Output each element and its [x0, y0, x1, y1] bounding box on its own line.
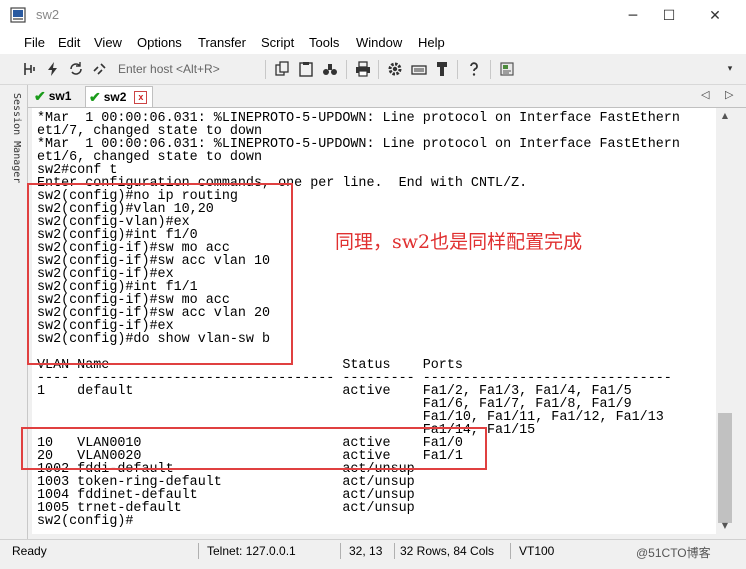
title-bar: sw2 ─ ☐ ✕ — [0, 0, 746, 32]
tab-label: sw2 — [103, 90, 127, 104]
status-size: 32 Rows, 84 Cols — [400, 544, 495, 558]
status-state: Ready — [12, 544, 47, 558]
menu-script[interactable]: Script — [261, 35, 294, 50]
tab-bar: ✔ sw1 ✔ sw2 x — [28, 85, 746, 108]
menu-transfer[interactable]: Transfer — [198, 35, 246, 50]
status-connection: Telnet: 127.0.0.1 — [207, 544, 296, 558]
connected-check-icon: ✔ — [89, 88, 101, 105]
status-divider — [340, 543, 341, 559]
menu-tools[interactable]: Tools — [309, 35, 339, 50]
scroll-thumb[interactable] — [718, 413, 732, 523]
vlan-highlight-box — [21, 427, 487, 470]
status-cursor: 32, 13 — [349, 544, 383, 558]
status-emulation: VT100 — [519, 544, 555, 558]
watermark: @51CTO博客 — [636, 546, 711, 560]
toolbar-divider — [490, 60, 491, 79]
session-manager-panel[interactable]: Session Manager — [8, 85, 28, 540]
status-divider — [394, 543, 395, 559]
tab-scroll-right-icon[interactable]: ▷ — [725, 88, 733, 101]
vertical-scrollbar[interactable]: ▲ ▼ — [716, 108, 734, 534]
window-title: sw2 — [36, 7, 60, 22]
sftp-icon[interactable] — [432, 59, 452, 79]
config-highlight-box — [27, 183, 293, 365]
status-divider — [198, 543, 199, 559]
script-icon[interactable] — [497, 59, 517, 79]
toolbar-divider — [265, 60, 266, 79]
toolbar: ▾ — [0, 55, 746, 85]
settings-icon[interactable] — [385, 59, 405, 79]
scroll-up-icon[interactable]: ▲ — [716, 108, 734, 124]
session-manager-label: Session Manager — [11, 93, 22, 184]
menu-help[interactable]: Help — [418, 35, 445, 50]
tab-scroll-left-icon[interactable]: ◁ — [701, 88, 709, 101]
close-button[interactable]: ✕ — [692, 0, 738, 32]
menu-edit[interactable]: Edit — [58, 35, 80, 50]
menu-window[interactable]: Window — [356, 35, 402, 50]
maximize-button[interactable]: ☐ — [646, 0, 692, 32]
copy-icon[interactable] — [272, 59, 292, 79]
status-divider — [510, 543, 511, 559]
scroll-down-icon[interactable]: ▼ — [716, 518, 734, 534]
tab-sw2[interactable]: ✔ sw2 x — [85, 86, 154, 107]
keymap-icon[interactable] — [409, 59, 429, 79]
toolbar-divider — [457, 60, 458, 79]
host-input[interactable] — [118, 60, 258, 78]
menu-file[interactable]: File — [24, 35, 45, 50]
find-icon[interactable] — [320, 59, 340, 79]
connected-check-icon: ✔ — [34, 87, 46, 104]
menu-view[interactable]: View — [94, 35, 122, 50]
tab-label: sw1 — [48, 89, 72, 103]
paste-icon[interactable] — [296, 59, 316, 79]
lightning-icon[interactable] — [43, 59, 63, 79]
toolbar-overflow-icon[interactable]: ▾ — [720, 59, 740, 79]
help-icon[interactable] — [464, 59, 484, 79]
reconnect-icon[interactable] — [66, 59, 86, 79]
toolbar-divider — [378, 60, 379, 79]
status-bar: Ready Telnet: 127.0.0.1 32, 13 32 Rows, … — [0, 539, 746, 562]
print-icon[interactable] — [353, 59, 373, 79]
securecrt-app-icon — [10, 7, 26, 23]
tab-sw1[interactable]: ✔ sw1 — [34, 86, 71, 106]
menu-options[interactable]: Options — [137, 35, 182, 50]
connect-icon[interactable] — [20, 59, 40, 79]
annotation-text: 同理，sw2也是同样配置完成 — [335, 231, 583, 253]
disconnect-icon[interactable] — [90, 59, 110, 79]
toolbar-divider — [346, 60, 347, 79]
close-tab-icon[interactable]: x — [134, 90, 148, 104]
menu-bar: File Edit View Options Transfer Script T… — [0, 32, 746, 54]
terminal-line: sw2(config)# — [37, 514, 134, 529]
